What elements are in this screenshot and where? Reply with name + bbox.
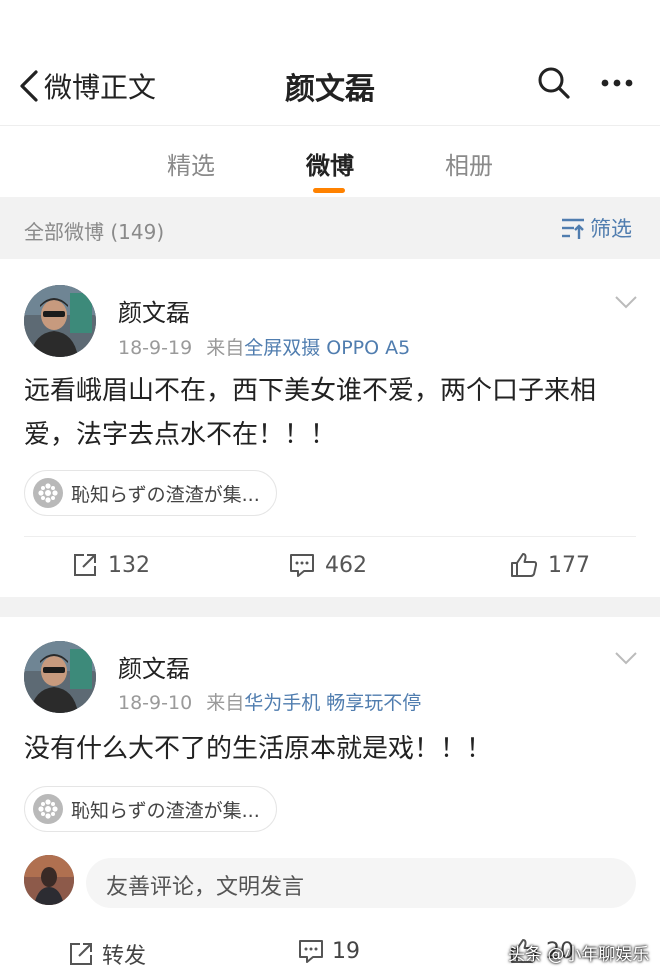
avatar[interactable] — [24, 641, 96, 713]
post-meta: 18-9-10 来自华为手机 畅享玩不停 — [118, 688, 421, 715]
filter-label: 筛选 — [590, 217, 632, 241]
bottom-comment-button[interactable]: 19 — [298, 938, 360, 964]
back-button[interactable]: 微博正文 — [18, 66, 156, 106]
user-avatar[interactable] — [24, 855, 74, 905]
comment-icon — [290, 554, 314, 577]
post-from-prefix: 来自 — [206, 337, 245, 359]
back-label: 微博正文 — [44, 71, 157, 104]
repost-count: 132 — [108, 552, 150, 578]
watermark: 头条 @小年聊娱乐 — [508, 945, 650, 965]
back-arrow-icon — [20, 70, 38, 102]
topic-label: 恥知らずの渣渣が集... — [71, 799, 260, 822]
post-text: 没有什么大不了的生活原本就是戏！！！ — [24, 734, 493, 764]
divider — [24, 536, 636, 537]
repost-icon — [70, 943, 92, 965]
post-source[interactable]: 全屏双摄 OPPO A5 — [244, 337, 410, 359]
comment-count: 462 — [325, 552, 367, 578]
tab-weibo[interactable]: 微博 — [290, 146, 370, 181]
repost-label: 转发 — [102, 944, 147, 969]
nav-bar: 微博正文 颜文磊 — [0, 40, 660, 125]
like-count: 177 — [548, 552, 590, 578]
tab-featured[interactable]: 精选 — [151, 146, 231, 181]
topic-icon — [33, 794, 63, 824]
post-card: 颜文磊 18-9-10 来自华为手机 畅享玩不停 没有什么大不了的生活原本就是戏… — [0, 617, 660, 975]
post-count-label: 全部微博 (149) — [24, 220, 165, 244]
filter-button[interactable]: 筛选 — [560, 213, 632, 243]
post-source[interactable]: 华为手机 畅享玩不停 — [244, 692, 421, 714]
bottom-repost-button[interactable]: 转发 — [68, 938, 146, 970]
topic-tag[interactable]: 恥知らずの渣渣が集... — [24, 786, 277, 832]
topic-tag[interactable]: 恥知らずの渣渣が集... — [24, 470, 277, 516]
chevron-down-icon[interactable] — [614, 293, 638, 311]
post-date: 18-9-19 — [118, 337, 193, 359]
more-icon[interactable] — [600, 70, 634, 96]
topic-label: 恥知らずの渣渣が集... — [71, 483, 260, 506]
search-icon[interactable] — [537, 66, 571, 100]
post-separator — [0, 597, 660, 617]
repost-icon — [74, 554, 96, 576]
post-meta: 18-9-19 来自全屏双摄 OPPO A5 — [118, 333, 410, 360]
repost-button[interactable]: 132 — [72, 552, 150, 578]
post-from-prefix: 来自 — [206, 692, 245, 714]
post-date: 18-9-10 — [118, 692, 193, 714]
tab-album[interactable]: 相册 — [429, 146, 509, 181]
chevron-down-icon[interactable] — [614, 649, 638, 667]
comment-button[interactable]: 462 — [289, 552, 367, 578]
like-button[interactable]: 177 — [510, 552, 590, 578]
avatar[interactable] — [24, 285, 96, 357]
comment-icon — [299, 940, 323, 963]
comment-input[interactable]: 友善评论，文明发言 — [86, 858, 636, 908]
post-author[interactable]: 颜文磊 — [118, 293, 190, 328]
active-tab-indicator — [313, 188, 345, 193]
like-icon — [511, 553, 538, 577]
post-card: 颜文磊 18-9-19 来自全屏双摄 OPPO A5 远看峨眉山不在，西下美女谁… — [0, 259, 660, 597]
topic-icon — [33, 478, 63, 508]
filter-bar: 全部微博 (149) 筛选 — [0, 197, 660, 259]
post-author[interactable]: 颜文磊 — [118, 649, 190, 684]
profile-tabs: 精选 微博 相册 — [0, 125, 660, 197]
post-text: 远看峨眉山不在，西下美女谁不爱，两个口子来相爱，法字去点水不在！！！ — [24, 376, 597, 450]
filter-icon — [562, 218, 584, 239]
comment-count: 19 — [332, 938, 360, 964]
